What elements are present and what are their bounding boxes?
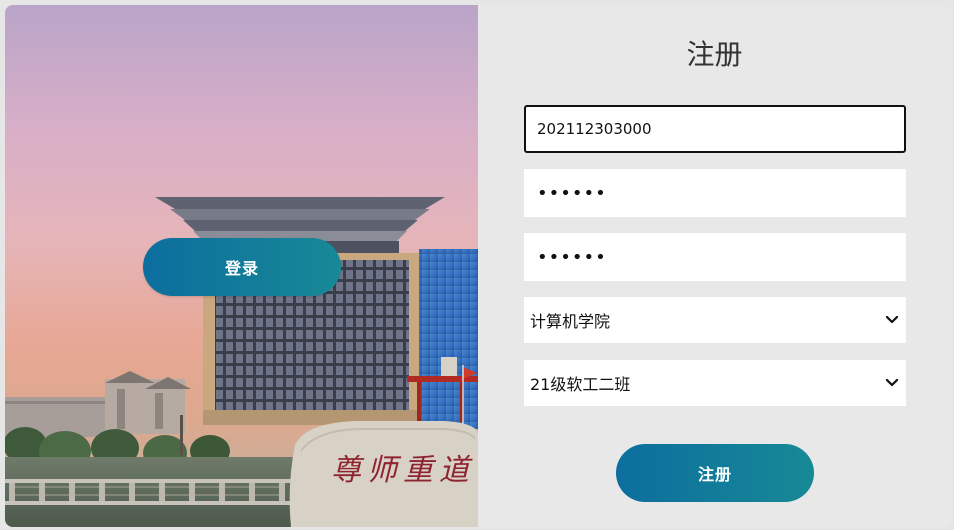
campus-image-panel: 尊师重道 登录 xyxy=(5,5,478,527)
confirm-password-input[interactable] xyxy=(524,233,906,281)
chevron-down-icon xyxy=(884,375,900,391)
chevron-down-icon xyxy=(884,312,900,328)
auth-card: 尊师重道 登录 注册 计算机学院 21级软工二班 注册 xyxy=(5,5,951,527)
login-button[interactable]: 登录 xyxy=(143,238,341,296)
college-select-value: 计算机学院 xyxy=(530,312,611,331)
password-input[interactable] xyxy=(524,169,906,217)
class-select-value: 21级软工二班 xyxy=(530,375,631,394)
register-form: 注册 计算机学院 21级软工二班 注册 xyxy=(478,5,951,527)
class-select[interactable]: 21级软工二班 xyxy=(524,360,906,406)
student-id-input[interactable] xyxy=(524,105,906,153)
stone-inscription: 尊师重道 xyxy=(331,453,475,488)
page-title: 注册 xyxy=(686,38,743,71)
register-button[interactable]: 注册 xyxy=(616,444,814,502)
college-select[interactable]: 计算机学院 xyxy=(524,297,906,343)
